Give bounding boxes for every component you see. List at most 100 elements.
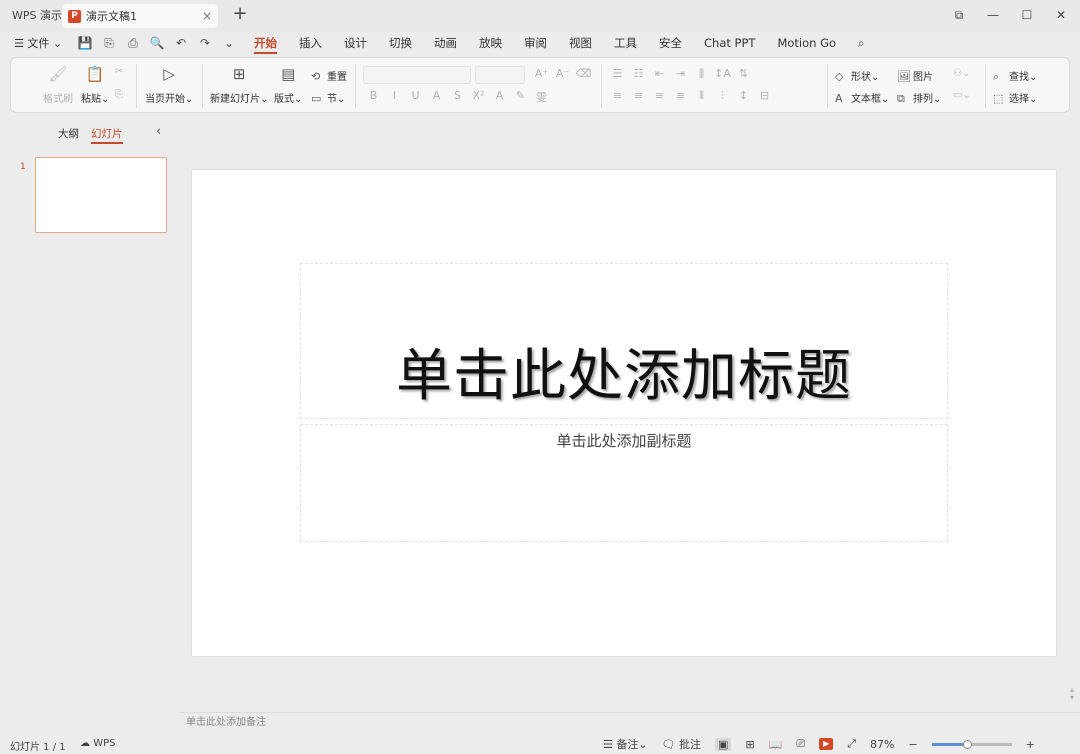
close-tab-icon[interactable]: × [202,9,212,23]
app-tab[interactable]: WPS 演示 [4,5,70,27]
play-slideshow-icon[interactable]: ▶ [819,738,834,750]
shape-button[interactable]: ◇ 形状⌄ [835,68,879,83]
tab-tools[interactable]: 工具 [614,34,637,54]
highlight-icon[interactable]: ✎ [510,89,531,105]
collapse-pane-icon[interactable]: ‹ [156,124,161,139]
layout-button[interactable]: ▤ 版式⌄ [274,64,302,105]
copy-icon[interactable]: ⎘ [115,89,123,100]
tab-transitions[interactable]: 切换 [389,34,412,54]
align-center-icon[interactable]: ≡ [628,89,649,103]
maximize-icon[interactable]: ☐ [1020,7,1034,23]
slide-sorter-icon[interactable]: ⊞ [745,738,754,751]
subtitle-placeholder[interactable]: 单击此处添加副标题 [300,424,948,542]
bullet-list-icon[interactable]: ☰ [607,67,628,81]
decrease-indent-icon[interactable]: ⇤ [649,67,670,81]
cut-icon[interactable]: ✂ [115,66,123,77]
arrange-button[interactable]: ⧉ 排列⌄ [897,90,941,106]
select-button[interactable]: ⬚ 选择⌄ [993,90,1037,105]
section-button[interactable]: ▭ 节⌄ [311,90,345,105]
new-slide-button[interactable]: ⊞ 新建幻灯片⌄ [210,64,268,105]
tab-chat-ppt[interactable]: Chat PPT [704,34,755,54]
fit-window-icon[interactable]: ⤢ [847,737,856,751]
reset-button[interactable]: ⟲ 重置 [311,68,347,83]
notes-area[interactable]: 单击此处添加备注 [180,712,1080,732]
restore-layout-icon[interactable]: ⧉ [952,7,966,23]
print-preview-icon[interactable]: 🔍 [148,34,166,52]
zoom-in-icon[interactable]: + [1026,738,1035,751]
reading-view-icon[interactable]: 📖 [769,738,783,751]
zoom-level[interactable]: 87% [870,738,894,751]
scroll-arrows-icon[interactable]: ▴ ▾ [1070,686,1074,702]
save-icon[interactable]: 💾 [76,34,94,52]
search-icon[interactable]: ⌕ [858,34,864,54]
tab-slides[interactable]: 幻灯片 [91,126,123,144]
italic-icon[interactable]: I [384,89,405,105]
zoom-slider-knob[interactable] [963,739,973,749]
align-right-icon[interactable]: ≡ [649,89,670,103]
redo-icon[interactable]: ↷ [196,34,214,52]
numbered-list-icon[interactable]: ☷ [628,67,649,81]
zoom-slider[interactable] [931,739,1012,749]
textbox-button[interactable]: A 文本框⌄ [835,90,889,105]
paste-button[interactable]: 📋 粘贴⌄ [81,64,109,105]
tab-review[interactable]: 审阅 [524,34,547,54]
distribute-icon[interactable]: ⫴ [691,89,712,103]
document-tab[interactable]: P 演示文稿1 × [62,4,218,28]
smartart-icon[interactable]: ⚇⌄ [953,68,970,79]
convert-icon[interactable]: ⇅ [733,67,754,81]
align-left-icon[interactable]: ≡ [607,89,628,103]
comments-button[interactable]: 🗨 批注 [662,736,701,752]
print-icon[interactable]: ⎙ [124,34,142,52]
zoom-out-icon[interactable]: − [908,738,917,751]
more-icon[interactable]: ⌄ [220,34,238,52]
tab-outline[interactable]: 大纲 [58,126,79,144]
new-tab-button[interactable]: + [230,5,250,25]
columns-icon[interactable]: ⫼ [691,67,712,81]
bold-icon[interactable]: B [363,89,384,105]
strikethrough-icon[interactable]: A [426,89,447,105]
title-placeholder[interactable]: 单击此处添加标题 [300,263,948,419]
vertical-distribute-icon[interactable]: ⫶ [712,89,733,103]
increase-indent-icon[interactable]: ⇥ [670,67,691,81]
fill-icon[interactable]: ▭⌄ [953,90,971,101]
font-family-select[interactable] [363,66,471,84]
undo-icon[interactable]: ↶ [172,34,190,52]
text-box-align-icon[interactable]: ⊟ [754,89,775,103]
minimize-icon[interactable]: — [986,7,1000,23]
underline-icon[interactable]: U [405,89,426,105]
share-icon[interactable]: ⎘ [100,34,118,52]
notes-toggle-button[interactable]: ☰ 备注⌄ [603,736,648,752]
slide-thumbnail[interactable] [35,157,167,233]
tab-insert[interactable]: 插入 [299,34,322,54]
close-window-icon[interactable]: ✕ [1054,7,1068,23]
textbox-icon: A [835,92,843,105]
tab-home[interactable]: 开始 [254,34,277,54]
tab-design[interactable]: 设计 [344,34,367,54]
tab-slideshow[interactable]: 放映 [479,34,502,54]
font-size-select[interactable] [475,66,525,84]
find-button[interactable]: ⌕ 查找⌄ [993,68,1037,84]
shrink-font-icon[interactable]: A⁻ [552,67,573,80]
text-direction-icon[interactable]: ↕A [712,67,733,81]
tab-view[interactable]: 视图 [569,34,592,54]
play-from-current-button[interactable]: ▷ 当页开始⌄ [145,64,193,105]
shadow-icon[interactable]: S [447,89,468,105]
slide-canvas[interactable]: 单击此处添加标题 单击此处添加副标题 [192,170,1056,656]
line-spacing-icon[interactable]: ↕ [733,89,754,103]
wps-cloud-button[interactable]: ☁ WPS [80,738,115,749]
tab-animations[interactable]: 动画 [434,34,457,54]
normal-view-icon[interactable]: ▣ [715,737,732,751]
superscript-icon[interactable]: X² [468,89,489,105]
char-spacing-icon[interactable]: 雯 [531,89,552,105]
format-painter-button[interactable]: 🖌 格式刷 [43,64,73,105]
font-color-icon[interactable]: A [489,89,510,105]
presenter-icon[interactable]: ⎚ [796,737,805,751]
picture-button[interactable]: 🖼 图片 [897,68,933,83]
clear-format-icon[interactable]: ⌫ [573,67,594,80]
tab-security[interactable]: 安全 [659,34,682,54]
presentation-icon: P [68,9,81,23]
file-menu[interactable]: ☰ 文件 ⌄ [14,35,62,51]
grow-font-icon[interactable]: A⁺ [531,67,552,80]
tab-motion-go[interactable]: Motion Go [777,34,836,54]
justify-icon[interactable]: ≡ [670,89,691,103]
